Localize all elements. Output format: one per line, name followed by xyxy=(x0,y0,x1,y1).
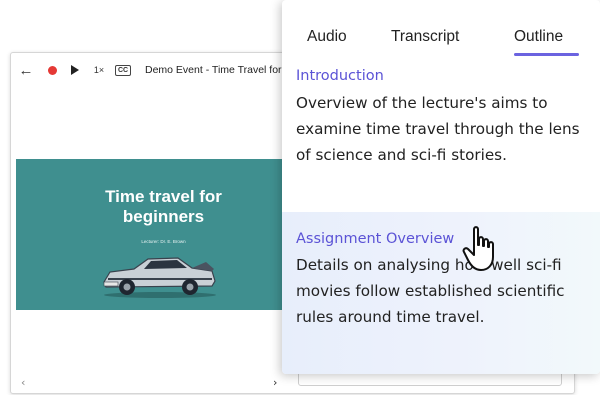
outline-item-introduction[interactable]: Introduction Overview of the lecture's a… xyxy=(282,66,600,212)
captions-button[interactable]: CC xyxy=(111,53,135,87)
presentation-slide: Time travel for beginners Lecturer: Dr. … xyxy=(16,159,311,310)
active-tab-indicator xyxy=(514,53,579,56)
car-illustration xyxy=(103,257,216,298)
captions-icon: CC xyxy=(114,64,132,76)
outline-item-heading[interactable]: Assignment Overview xyxy=(296,231,454,247)
outline-item-description: Details on analysing how well sci-fi mov… xyxy=(296,256,565,326)
outline-item-heading[interactable]: Introduction xyxy=(296,68,384,84)
outline-item-description: Overview of the lecture's aims to examin… xyxy=(296,94,580,164)
next-arrow[interactable]: › xyxy=(273,376,277,389)
playback-speed-button[interactable]: 1× xyxy=(87,53,111,87)
outline-panel: Audio Transcript Outline Introduction Ov… xyxy=(282,0,600,374)
tab-outline[interactable]: Outline xyxy=(514,28,563,46)
play-button[interactable] xyxy=(63,53,87,87)
record-button[interactable] xyxy=(41,53,63,87)
tab-transcript[interactable]: Transcript xyxy=(391,28,459,46)
slide-title-line-1: Time travel for xyxy=(105,187,222,206)
slide-title: Time travel for beginners xyxy=(16,187,311,227)
hand-cursor-icon xyxy=(462,226,494,271)
record-dot-icon xyxy=(47,65,57,75)
slide-title-line-2: beginners xyxy=(122,207,205,226)
event-title: Demo Event - Time Travel for Be xyxy=(145,64,298,76)
previous-arrow[interactable]: ‹ xyxy=(21,376,25,389)
outline-item-assignment-overview[interactable]: Assignment Overview Details on analysing… xyxy=(282,212,600,374)
tab-audio[interactable]: Audio xyxy=(307,28,347,46)
panel-tabs: Audio Transcript Outline xyxy=(282,28,600,58)
play-icon xyxy=(71,65,79,75)
slide-lecturer: Lecturer: Dr. E. Brown xyxy=(141,239,186,244)
back-arrow-icon[interactable]: ← xyxy=(11,53,41,87)
